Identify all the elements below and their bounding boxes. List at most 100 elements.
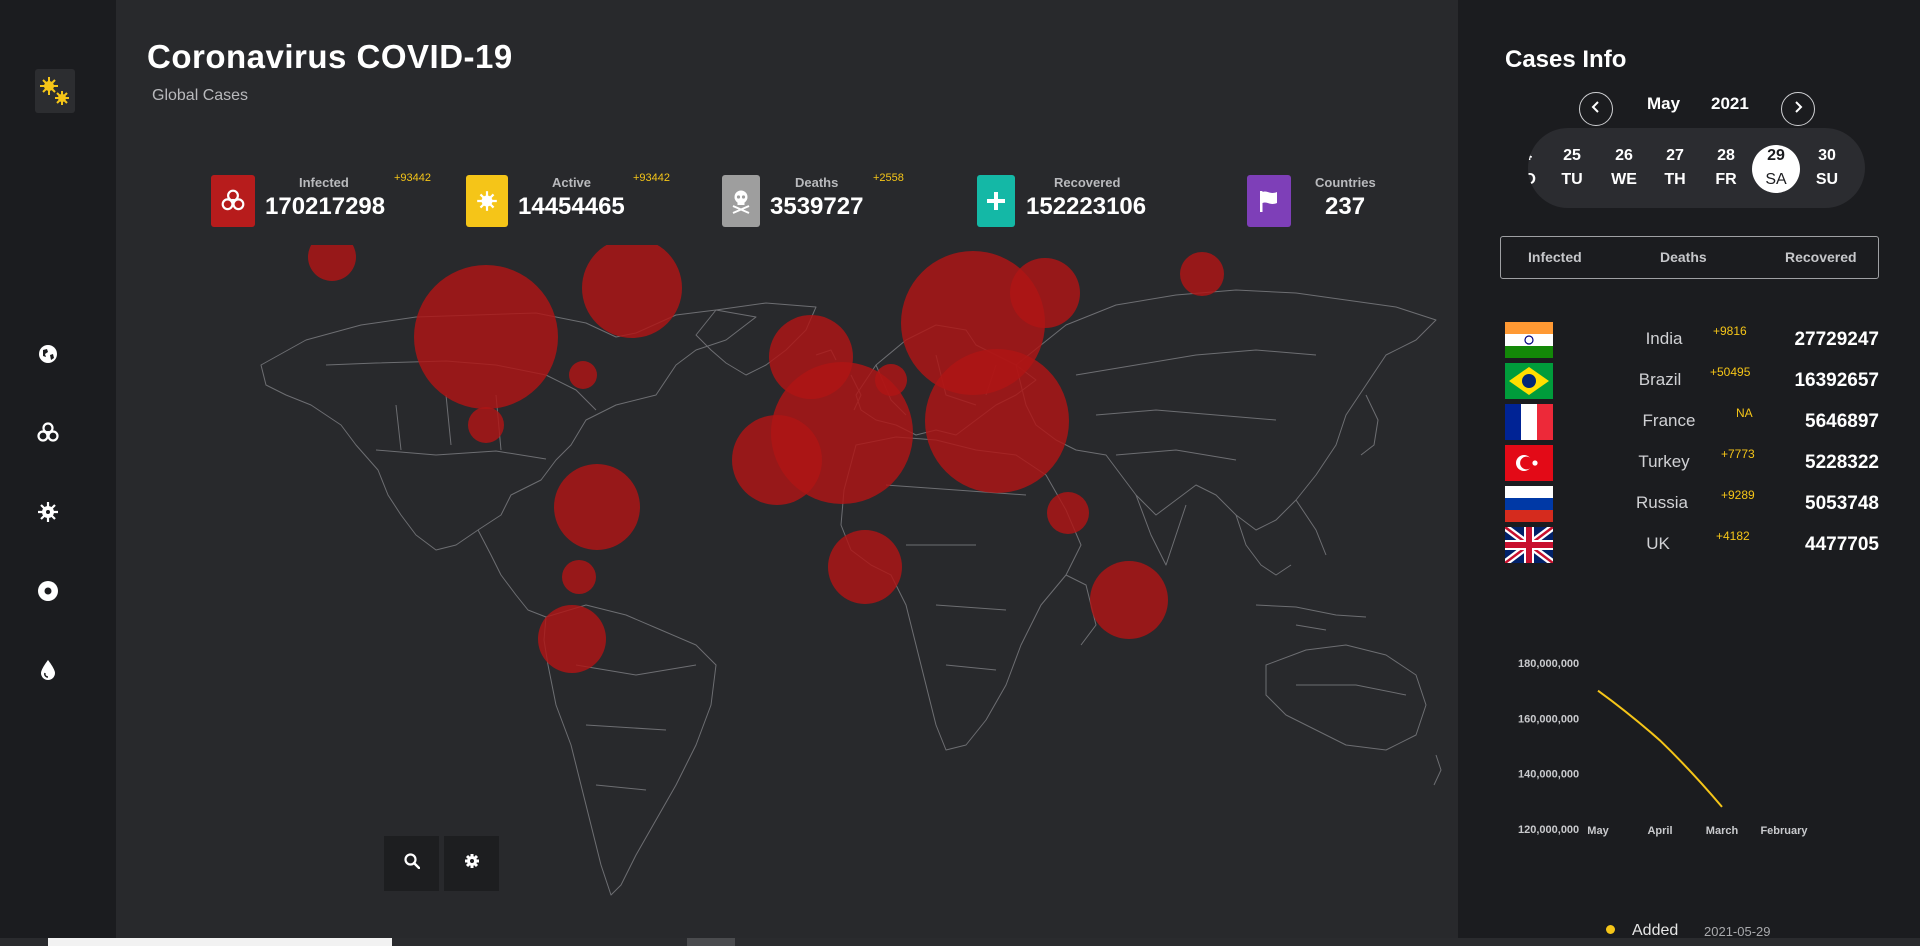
stat-recovered: Recovered 152223106	[977, 175, 1197, 229]
virus-icon[interactable]	[36, 500, 60, 524]
country-increase: +50495	[1710, 365, 1751, 379]
cases-trend-chart: 180,000,000 160,000,000 140,000,000 120,000…	[1518, 658, 1808, 837]
calendar-year[interactable]: 2021	[1711, 94, 1749, 114]
stat-infected: Infected 170217298 +93442	[211, 172, 441, 229]
day-number: 26	[1615, 147, 1633, 164]
country-name: Brazil	[1638, 370, 1682, 389]
case-bubble	[562, 560, 596, 594]
biohazard-icon	[211, 175, 255, 227]
y-tick-label: 120,000,000	[1518, 824, 1579, 836]
country-cases: 27729247	[1794, 329, 1879, 350]
scrollbar-thumb[interactable]	[48, 938, 392, 946]
country-cases: 5646897	[1805, 411, 1879, 432]
stat-value: 237	[1325, 193, 1366, 220]
stat-active: Active 14454465 +93442	[466, 172, 696, 229]
stat-label: Deaths	[795, 175, 839, 190]
biohazard-icon[interactable]	[36, 421, 60, 445]
stat-label: Infected	[299, 175, 349, 190]
india-flag-icon	[1505, 322, 1553, 358]
case-bubble	[828, 530, 902, 604]
country-row-brazil[interactable]: Brazil +50495 16392657	[1503, 363, 1879, 399]
country-name: Russia	[1636, 493, 1688, 512]
calendar-day[interactable]: 24 MO	[1528, 128, 1548, 208]
cases-info-title: Cases Info	[1505, 46, 1627, 73]
calendar-prev-button[interactable]	[1579, 92, 1613, 126]
calendar-day[interactable]: 30 SU	[1802, 128, 1852, 208]
russia-flag-icon	[1505, 486, 1553, 522]
world-map[interactable]	[116, 245, 1458, 905]
case-bubble	[1047, 492, 1089, 534]
country-row-france[interactable]: France NA 5646897	[1503, 404, 1879, 440]
tab-recovered[interactable]: Recovered	[1785, 249, 1857, 265]
country-cases: 16392657	[1794, 370, 1879, 391]
country-name: France	[1642, 411, 1696, 430]
calendar-day[interactable]: 26 WE	[1599, 128, 1649, 208]
day-number: 27	[1666, 147, 1684, 164]
country-increase: +9816	[1713, 324, 1747, 338]
gear-icon	[464, 853, 480, 874]
day-weekday: MO	[1528, 171, 1536, 188]
x-tick-label: May	[1587, 825, 1609, 837]
country-row-uk[interactable]: UK +4182 4477705	[1503, 527, 1879, 563]
map-settings-button[interactable]	[444, 836, 499, 891]
search-icon	[403, 853, 420, 874]
france-flag-icon	[1505, 404, 1553, 440]
calendar-day[interactable]: 28 FR	[1701, 128, 1751, 208]
horizontal-scrollbar[interactable]	[0, 938, 1920, 946]
country-row-india[interactable]: India +9816 27729247	[1503, 322, 1879, 358]
country-row-russia[interactable]: Russia +9289 5053748	[1503, 486, 1879, 522]
stat-increase: +2558	[873, 172, 904, 184]
country-increase: NA	[1736, 406, 1753, 420]
case-bubble	[414, 265, 558, 409]
country-row-turkey[interactable]: Turkey +7773 5228322	[1503, 445, 1879, 481]
stat-countries: Countries 237	[1247, 175, 1387, 229]
day-number: 24	[1528, 147, 1548, 165]
case-bubble	[1180, 252, 1224, 296]
calendar-month[interactable]: May	[1647, 94, 1680, 114]
plus-icon	[977, 175, 1015, 227]
day-number: 29	[1767, 147, 1785, 164]
calendar-day[interactable]: 25 TU	[1547, 128, 1597, 208]
stat-deaths: Deaths 3539727 +2558	[722, 172, 952, 229]
stat-increase: +93442	[633, 172, 671, 184]
case-bubble	[925, 349, 1069, 493]
case-bubble	[538, 605, 606, 673]
stat-increase: +93442	[394, 172, 432, 184]
country-name: UK	[1646, 534, 1670, 553]
stat-label: Recovered	[1054, 175, 1121, 190]
case-bubble	[554, 464, 640, 550]
scrollbar-marker	[687, 938, 735, 946]
day-number: 25	[1563, 147, 1581, 164]
continent-australia	[1265, 644, 1427, 751]
country-name: India	[1645, 329, 1683, 348]
cases-tabs: Infected Deaths Recovered	[1500, 236, 1879, 279]
day-weekday: FR	[1715, 171, 1737, 188]
legend-date: 2021-05-29	[1704, 924, 1771, 939]
drop-icon[interactable]	[36, 658, 60, 682]
calendar-day[interactable]: 27 TH	[1650, 128, 1700, 208]
calendar-next-button[interactable]	[1781, 92, 1815, 126]
globe-icon[interactable]	[36, 342, 60, 366]
tab-infected[interactable]: Infected	[1528, 249, 1582, 265]
record-icon[interactable]	[36, 579, 60, 603]
x-tick-label: March	[1706, 825, 1739, 837]
stat-value: 170217298	[265, 193, 386, 220]
sidebar	[0, 0, 116, 946]
day-number: 28	[1717, 147, 1735, 164]
calendar-day-selected[interactable]: 29 SA	[1751, 128, 1801, 208]
chevron-left-icon	[1591, 100, 1601, 118]
country-cases: 5228322	[1805, 452, 1879, 473]
x-tick-label: February	[1760, 825, 1808, 837]
page-title: Coronavirus COVID-19	[147, 38, 513, 75]
calendar-day-strip: 24 MO 25 TU 26 WE 27 TH 28 FR 29 SA 30 S…	[1528, 128, 1865, 208]
country-increase: +7773	[1721, 447, 1755, 461]
tab-deaths[interactable]: Deaths	[1660, 249, 1707, 265]
day-weekday: TH	[1664, 171, 1686, 188]
country-cases: 5053748	[1805, 493, 1879, 514]
x-tick-label: April	[1647, 825, 1672, 837]
y-tick-label: 140,000,000	[1518, 769, 1579, 781]
case-bubble	[569, 361, 597, 389]
map-search-button[interactable]	[384, 836, 439, 891]
logo-virus-icon[interactable]	[35, 69, 75, 113]
day-weekday: WE	[1611, 171, 1637, 188]
